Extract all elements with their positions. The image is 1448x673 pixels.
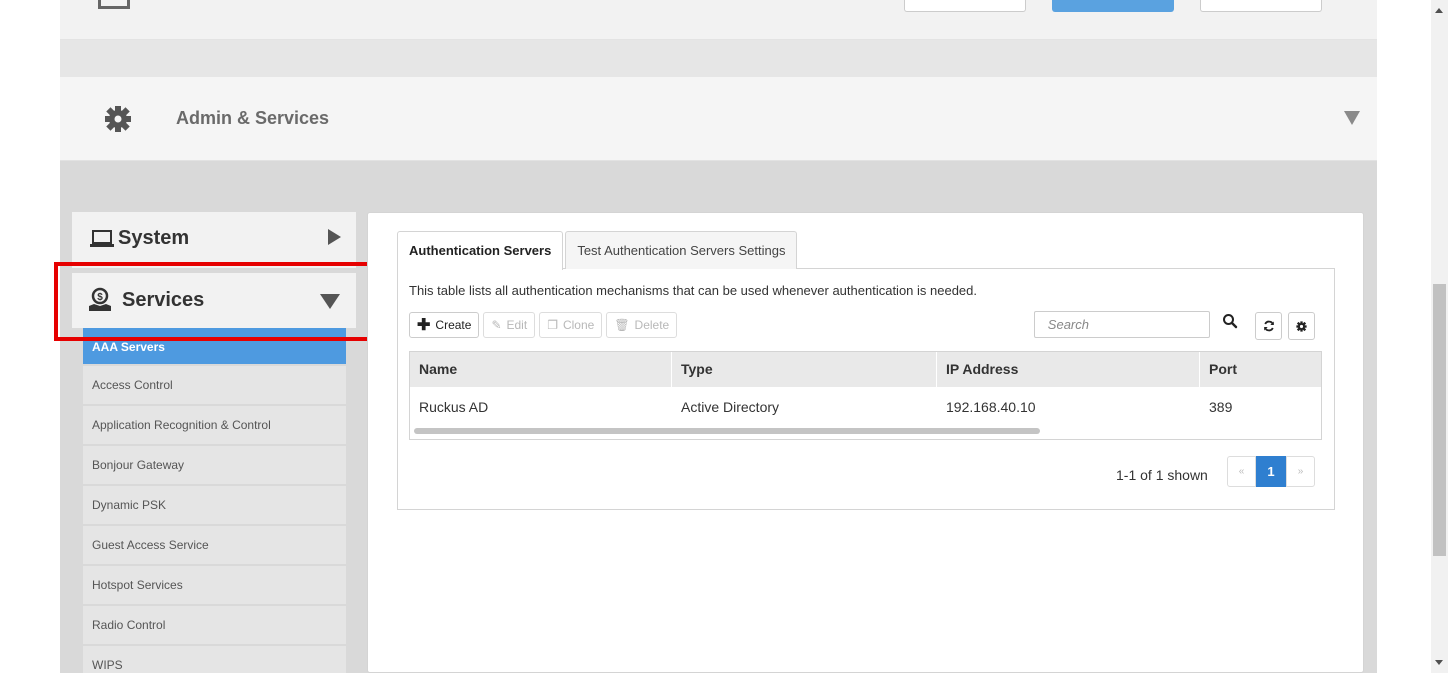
svg-text:$: $ xyxy=(97,292,103,303)
sidebar-item-label: System xyxy=(118,227,190,249)
subnav-item-dynamic-psk[interactable]: Dynamic PSK xyxy=(83,486,346,524)
top-card xyxy=(60,0,1377,40)
subnav-item-access-control[interactable]: Access Control xyxy=(83,366,346,404)
pager-next-button[interactable]: » xyxy=(1286,456,1315,487)
table-settings-button[interactable] xyxy=(1288,312,1315,340)
monitor-icon xyxy=(98,0,130,9)
pencil-icon: ✎ xyxy=(491,318,502,332)
sidebar-item-label: Services xyxy=(122,289,205,311)
create-label: Create xyxy=(435,318,472,332)
admin-services-title: Admin & Services xyxy=(176,108,330,128)
tab-authentication-servers[interactable]: Authentication Servers xyxy=(397,231,564,270)
edit-button[interactable]: ✎ Edit xyxy=(483,312,536,338)
scroll-up-arrow-icon[interactable] xyxy=(1435,8,1443,13)
clone-button[interactable]: ❐ Clone xyxy=(539,312,603,338)
page: Admin & Services System $ Services AAA S… xyxy=(0,0,1448,673)
subnav-item-wips[interactable]: WIPS xyxy=(83,646,346,673)
gear-icon xyxy=(1296,320,1307,332)
column-header-port[interactable]: Port xyxy=(1200,352,1321,387)
cell-name: Ruckus AD xyxy=(419,399,489,415)
subnav-item-app-recognition[interactable]: Application Recognition & Control xyxy=(83,406,346,444)
sidebar-item-system[interactable]: System xyxy=(72,212,356,268)
delete-label: Delete xyxy=(634,318,670,332)
refresh-button[interactable] xyxy=(1255,312,1282,340)
subnav-item-guest-access[interactable]: Guest Access Service xyxy=(83,526,346,564)
search-input[interactable] xyxy=(1034,311,1210,338)
table-toolbar: ✚ Create ✎ Edit ❐ Clone 🗑 Delete xyxy=(409,312,681,338)
horizontal-scrollbar[interactable] xyxy=(414,428,1040,434)
chevron-down-icon xyxy=(320,294,340,309)
clone-label: Clone xyxy=(562,318,595,332)
search-icon[interactable] xyxy=(1222,313,1238,329)
chevron-right-icon xyxy=(328,229,341,245)
edit-label: Edit xyxy=(506,318,528,332)
create-button[interactable]: ✚ Create xyxy=(409,312,480,338)
top-button-3[interactable] xyxy=(1200,0,1322,12)
column-header-name[interactable]: Name xyxy=(410,352,672,387)
laptop-icon xyxy=(90,230,114,247)
plus-icon: ✚ xyxy=(417,317,431,334)
page-scrollbar[interactable] xyxy=(1431,0,1448,673)
auth-servers-table: Name Type IP Address Port Ruckus AD Acti… xyxy=(409,351,1322,440)
section-gap xyxy=(60,40,1377,77)
cell-ip-address: 192.168.40.10 xyxy=(946,399,1036,415)
admin-services-header[interactable]: Admin & Services xyxy=(60,77,1377,161)
table-header: Name Type IP Address Port xyxy=(410,352,1321,387)
pager-page-1-button[interactable]: 1 xyxy=(1256,456,1286,487)
subnav-item-bonjour-gateway[interactable]: Bonjour Gateway xyxy=(83,446,346,484)
tab-bar: Authentication Servers Test Authenticati… xyxy=(397,231,799,270)
top-button-1[interactable] xyxy=(904,0,1026,12)
column-header-type[interactable]: Type xyxy=(672,352,937,387)
tab-test-auth-settings[interactable]: Test Authentication Servers Settings xyxy=(565,231,798,269)
gear-icon xyxy=(105,106,131,132)
table-description: This table lists all authentication mech… xyxy=(409,283,978,298)
cell-port: 389 xyxy=(1209,399,1233,415)
pager-prev-button[interactable]: « xyxy=(1227,456,1256,487)
services-subnav: AAA Servers Access Control Application R… xyxy=(83,328,346,673)
chevron-down-icon xyxy=(1344,111,1360,125)
cell-type: Active Directory xyxy=(681,399,780,415)
subnav-item-hotspot-services[interactable]: Hotspot Services xyxy=(83,566,346,604)
pagination: « 1 » xyxy=(1227,456,1315,487)
table-row[interactable]: Ruckus AD Active Directory 192.168.40.10… xyxy=(410,388,1321,424)
top-button-2[interactable] xyxy=(1052,0,1174,12)
trash-icon: 🗑 xyxy=(614,318,630,332)
copy-icon: ❐ xyxy=(547,318,558,332)
delete-button[interactable]: 🗑 Delete xyxy=(606,312,678,338)
sidebar-item-services[interactable]: $ Services xyxy=(72,273,356,328)
pager-summary: 1-1 of 1 shown xyxy=(1116,467,1208,483)
subnav-item-aaa-servers[interactable]: AAA Servers xyxy=(83,328,346,364)
subnav-item-radio-control[interactable]: Radio Control xyxy=(83,606,346,644)
column-header-ip-address[interactable]: IP Address xyxy=(937,352,1200,387)
scroll-down-arrow-icon[interactable] xyxy=(1435,660,1443,665)
services-icon: $ xyxy=(89,287,111,311)
refresh-icon xyxy=(1263,320,1274,332)
scrollbar-thumb[interactable] xyxy=(1433,284,1446,556)
